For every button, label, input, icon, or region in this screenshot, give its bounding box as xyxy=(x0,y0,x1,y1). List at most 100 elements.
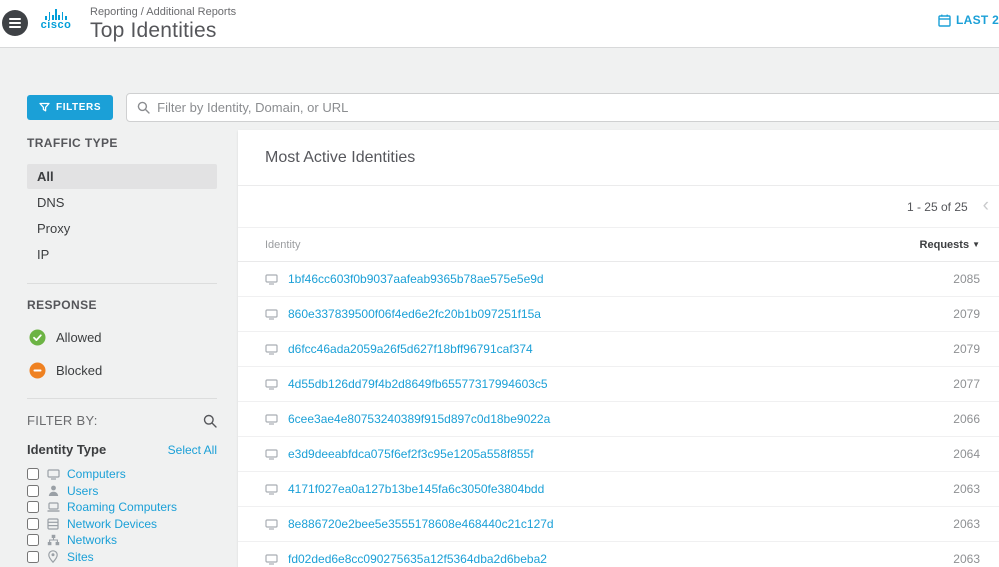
computers-checkbox[interactable] xyxy=(27,468,39,481)
funnel-icon xyxy=(39,102,50,113)
identity-type-label: Computers xyxy=(67,467,126,482)
response-title: RESPONSE xyxy=(27,298,97,312)
identity-link[interactable]: 8e886720e2bee5e3555178608e468440c21c127d xyxy=(288,517,554,531)
response-item-allowed[interactable]: Allowed xyxy=(29,326,217,349)
sort-desc-icon: ▼ xyxy=(972,240,980,249)
traffic-type-item-all[interactable]: All xyxy=(27,164,217,189)
identity-link[interactable]: 4d55db126dd79f4b2d8649fb65577317994603c5 xyxy=(288,377,548,391)
menu-icon[interactable] xyxy=(2,10,28,36)
most-active-identities-card: Most Active Identities 1 - 25 of 25 ‹ Id… xyxy=(238,130,999,567)
traffic-type-label: All xyxy=(37,169,54,184)
response-label: Blocked xyxy=(56,363,103,378)
blocked-icon xyxy=(29,362,46,379)
users-checkbox[interactable] xyxy=(27,484,39,497)
requests-count: 2066 xyxy=(953,412,980,426)
traffic-type-item-proxy[interactable]: Proxy xyxy=(27,216,217,241)
table-row: 860e337839500f06f4ed6e2fc20b1b097251f15a… xyxy=(238,297,999,332)
identity-type-item-networks[interactable]: Networks xyxy=(27,532,217,549)
filter-toolbar: FILTERS xyxy=(27,93,999,122)
sidebar-divider xyxy=(27,283,217,284)
response-label: Allowed xyxy=(56,330,102,345)
computer-icon xyxy=(265,413,278,425)
table-header-row: Identity Requests ▼ xyxy=(238,228,999,262)
requests-column-label: Requests xyxy=(919,238,970,251)
table-row: 8e886720e2bee5e3555178608e468440c21c127d… xyxy=(238,507,999,542)
computer-icon xyxy=(265,343,278,355)
identity-type-item-network-devices[interactable]: Network Devices xyxy=(27,516,217,533)
filters-button[interactable]: FILTERS xyxy=(27,95,114,120)
computer-icon xyxy=(265,553,278,565)
user-icon xyxy=(46,485,60,497)
title-block: Reporting / Additional Reports Top Ident… xyxy=(90,6,236,43)
roaming-computers-checkbox[interactable] xyxy=(27,501,39,514)
requests-count: 2077 xyxy=(953,377,980,391)
pagination-row: 1 - 25 of 25 ‹ xyxy=(238,186,999,228)
identity-link[interactable]: 6cee3ae4e80753240389f915d897c0d18be9022a xyxy=(288,412,550,426)
identity-link[interactable]: d6fcc46ada2059a26f5d627f18bff96791caf374 xyxy=(288,342,533,356)
requests-column-header[interactable]: Requests ▼ xyxy=(920,239,980,251)
date-range-label: LAST 24 xyxy=(956,13,999,27)
pagination-range: 1 - 25 of 25 xyxy=(906,199,968,214)
table-row: 4171f027ea0a127b13be145fa6c3050fe3804bdd… xyxy=(238,472,999,507)
filter-by-row: FILTER BY: xyxy=(27,413,217,428)
identity-link[interactable]: 4171f027ea0a127b13be145fa6c3050fe3804bdd xyxy=(288,482,544,496)
filters-button-label: FILTERS xyxy=(56,102,102,113)
requests-count: 2063 xyxy=(953,517,980,531)
computer-icon xyxy=(265,518,278,530)
card-title-row: Most Active Identities xyxy=(238,130,999,186)
requests-count: 2064 xyxy=(953,447,980,461)
identity-link[interactable]: 860e337839500f06f4ed6e2fc20b1b097251f15a xyxy=(288,307,541,321)
chevron-left-icon[interactable]: ‹ xyxy=(981,196,991,218)
identity-type-label: Users xyxy=(67,483,99,498)
requests-count: 2085 xyxy=(953,272,980,286)
identity-column-header: Identity xyxy=(265,238,301,251)
identity-link[interactable]: fd02ded6e8cc090275635a12f5364dba2d6beba2 xyxy=(288,552,547,566)
identity-type-item-sites[interactable]: Sites xyxy=(27,549,217,566)
site-pin-icon xyxy=(46,550,60,564)
date-range-selector[interactable]: LAST 24 xyxy=(938,13,999,27)
traffic-type-title: TRAFFIC TYPE xyxy=(27,136,118,150)
identity-type-item-roaming-computers[interactable]: Roaming Computers xyxy=(27,499,217,516)
sites-checkbox[interactable] xyxy=(27,550,39,563)
identity-link[interactable]: 1bf46cc603f0b9037aafeab9365b78ae575e5e9d xyxy=(288,272,544,286)
search-icon xyxy=(137,101,150,114)
select-all-link[interactable]: Select All xyxy=(168,443,217,457)
search-input[interactable] xyxy=(157,100,999,115)
identity-type-label: Network Devices xyxy=(67,516,158,531)
computer-icon xyxy=(265,483,278,495)
network-device-icon xyxy=(46,518,60,530)
identity-type-label: Networks xyxy=(67,533,118,548)
allowed-icon xyxy=(29,329,46,346)
sidebar-search-icon[interactable] xyxy=(203,414,217,428)
page-title: Top Identities xyxy=(90,19,217,42)
traffic-type-item-ip[interactable]: IP xyxy=(27,242,217,267)
requests-count: 2079 xyxy=(953,342,980,356)
network-devices-checkbox[interactable] xyxy=(27,517,39,530)
identity-type-title: Identity Type xyxy=(27,442,107,457)
breadcrumb: Reporting / Additional Reports xyxy=(90,6,237,18)
identity-type-item-users[interactable]: Users xyxy=(27,483,217,500)
network-icon xyxy=(46,534,60,546)
traffic-type-item-dns[interactable]: DNS xyxy=(27,190,217,215)
networks-checkbox[interactable] xyxy=(27,534,39,547)
identity-link[interactable]: e3d9deeabfdca075f6ef2f3c95e1205a558f855f xyxy=(288,447,534,461)
identity-type-label: Roaming Computers xyxy=(67,500,178,515)
top-header: cisco Reporting / Additional Reports Top… xyxy=(0,0,999,48)
response-item-blocked[interactable]: Blocked xyxy=(29,359,217,382)
computer-icon xyxy=(265,273,278,285)
table-row: 4d55db126dd79f4b2d8649fb65577317994603c5… xyxy=(238,367,999,402)
table-row: 1bf46cc603f0b9037aafeab9365b78ae575e5e9d… xyxy=(238,262,999,297)
global-search-box xyxy=(126,93,999,122)
filter-by-title: FILTER BY: xyxy=(27,413,98,428)
sidebar: TRAFFIC TYPE All DNS Proxy IP RESPONSE A… xyxy=(27,136,217,567)
traffic-type-label: IP xyxy=(37,247,50,262)
requests-count: 2063 xyxy=(953,482,980,496)
identity-type-item-computers[interactable]: Computers xyxy=(27,466,217,483)
cisco-wordmark: cisco xyxy=(40,19,72,31)
calendar-icon xyxy=(938,14,951,27)
laptop-icon xyxy=(46,502,60,512)
table-row: 6cee3ae4e80753240389f915d897c0d18be9022a… xyxy=(238,402,999,437)
traffic-type-label: DNS xyxy=(37,195,65,210)
computer-icon xyxy=(265,378,278,390)
table-row: fd02ded6e8cc090275635a12f5364dba2d6beba2… xyxy=(238,542,999,567)
